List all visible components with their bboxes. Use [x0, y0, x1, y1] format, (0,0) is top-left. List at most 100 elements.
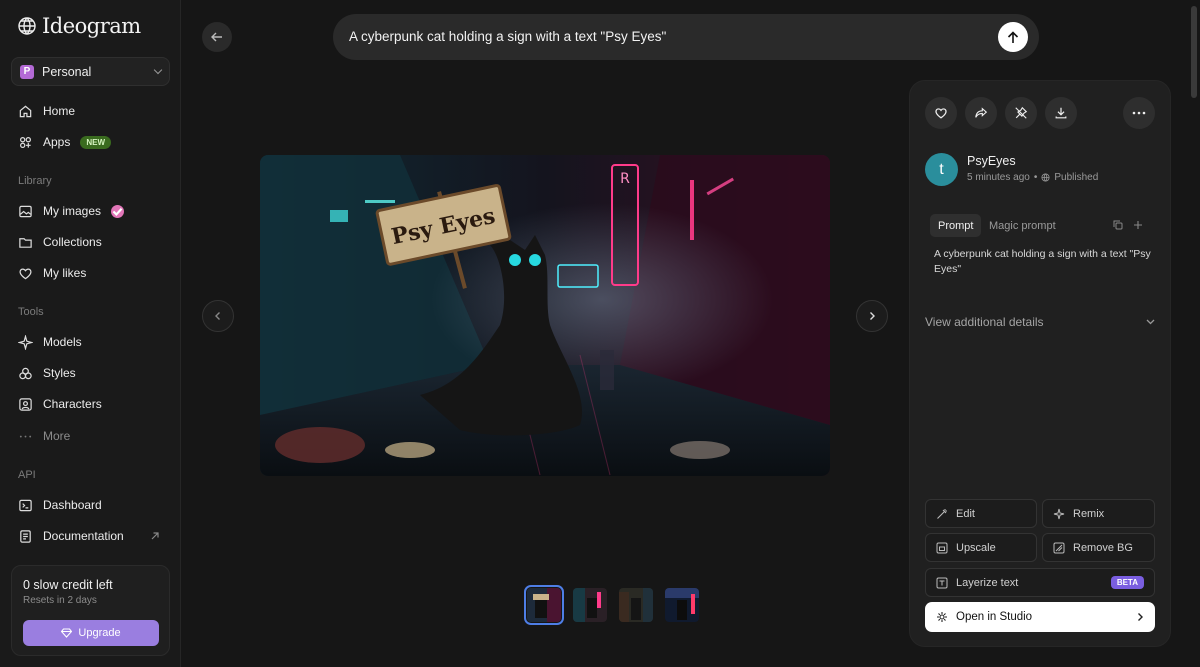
diamond-icon [61, 628, 73, 638]
tools-section-label: Tools [18, 306, 44, 318]
image-canvas: R Psy Eyes [260, 155, 830, 476]
chevron-down-icon [153, 65, 163, 75]
layerize-icon [936, 577, 948, 588]
thumbnail[interactable] [573, 588, 607, 622]
nav-apps[interactable]: Apps NEW [18, 132, 112, 152]
workspace-selector[interactable]: P Personal [11, 57, 170, 86]
next-image-button[interactable] [856, 300, 888, 332]
scrollbar-thumb[interactable] [1191, 6, 1197, 98]
arrow-left-icon [211, 32, 222, 42]
docs-icon [20, 529, 31, 543]
open-in-studio-button[interactable]: Open in Studio [925, 602, 1155, 632]
chevron-down-icon [1146, 319, 1155, 325]
nav-my-images[interactable]: My images [18, 201, 125, 221]
author-meta: 5 minutes ago • Published [967, 172, 1098, 183]
credits-title: 0 slow credit left [23, 578, 113, 592]
ideogram-logo-icon [18, 17, 36, 35]
sidebar: Ideogram P Personal Home Apps NEW Librar… [0, 0, 181, 667]
home-icon [19, 105, 32, 117]
nav-models-label: Models [43, 335, 82, 349]
download-icon [1055, 107, 1067, 119]
thumbnail-image [527, 588, 561, 622]
terminal-icon [19, 499, 32, 511]
thumbnail-image [573, 588, 607, 622]
tab-magic-prompt[interactable]: Magic prompt [989, 214, 1056, 237]
arrow-up-icon [1007, 30, 1019, 43]
verified-check-icon [111, 204, 125, 218]
prompt-text[interactable]: A cyberpunk cat holding a sign with a te… [349, 29, 666, 44]
remix-label: Remix [1073, 507, 1105, 520]
folder-icon [19, 237, 32, 248]
nav-my-likes-label: My likes [43, 266, 87, 280]
upscale-label: Upscale [956, 541, 996, 554]
chevron-right-icon [870, 312, 875, 320]
nav-styles[interactable]: Styles [18, 363, 76, 383]
image-icon [19, 205, 32, 217]
heart-icon [935, 108, 947, 119]
author-name[interactable]: PsyEyes [967, 154, 1016, 168]
workspace-label: Personal [42, 64, 92, 79]
logo[interactable]: Ideogram [16, 14, 141, 38]
edit-button[interactable]: Edit [925, 499, 1037, 528]
thumbnail[interactable] [665, 588, 699, 622]
nav-documentation[interactable]: Documentation [18, 526, 124, 546]
tab-prompt[interactable]: Prompt [930, 214, 982, 237]
share-icon [975, 107, 988, 118]
nav-models[interactable]: Models [18, 332, 82, 352]
nav-home[interactable]: Home [18, 101, 75, 121]
separator-dot: • [1033, 172, 1038, 183]
upgrade-button[interactable]: Upgrade [23, 620, 159, 646]
nav-my-likes[interactable]: My likes [18, 263, 86, 283]
chevron-right-icon [1138, 613, 1143, 621]
nav-documentation-label: Documentation [43, 529, 124, 543]
remove-bg-icon [1053, 542, 1065, 553]
more-options-button[interactable] [1123, 97, 1155, 129]
remove-bg-button[interactable]: Remove BG [1042, 533, 1155, 562]
nav-apps-label: Apps [43, 135, 71, 149]
thumbnail-strip [524, 585, 699, 625]
sparkle-icon [18, 334, 33, 350]
layerize-text-button[interactable]: Layerize text BETA [925, 568, 1155, 597]
nav-more[interactable]: More [18, 426, 70, 446]
character-icon [19, 397, 32, 411]
time-ago: 5 minutes ago [967, 172, 1030, 183]
nav-styles-label: Styles [43, 366, 76, 380]
share-button[interactable] [965, 97, 997, 129]
sparkles-icon [1053, 508, 1065, 519]
plus-icon[interactable] [1133, 220, 1143, 230]
prompt-actions [1113, 220, 1143, 230]
thumbnail[interactable] [619, 588, 653, 622]
nav-dashboard-label: Dashboard [43, 498, 102, 512]
external-link-icon [151, 532, 159, 540]
upscale-button[interactable]: Upscale [925, 533, 1037, 562]
upgrade-label: Upgrade [78, 627, 121, 639]
like-button[interactable] [925, 97, 957, 129]
remix-button[interactable]: Remix [1042, 499, 1155, 528]
copy-icon[interactable] [1113, 220, 1123, 230]
submit-button[interactable] [998, 22, 1028, 52]
apps-icon [20, 136, 31, 148]
logo-text: Ideogram [42, 14, 141, 38]
nav-characters-label: Characters [43, 397, 102, 411]
prompt-body: A cyberpunk cat holding a sign with a te… [934, 248, 1151, 275]
unpin-button[interactable] [1005, 97, 1037, 129]
library-section-label: Library [18, 175, 52, 187]
nav-dashboard[interactable]: Dashboard [18, 495, 102, 515]
nav-home-label: Home [43, 104, 76, 118]
magic-edit-icon [937, 508, 947, 519]
thumbnail[interactable] [524, 585, 564, 625]
prev-image-button[interactable] [202, 300, 234, 332]
back-button[interactable] [202, 22, 232, 52]
view-details-toggle[interactable]: View additional details [925, 315, 1155, 329]
generated-image[interactable]: R Psy Eyes [260, 155, 830, 476]
studio-icon [937, 612, 947, 622]
nav-characters[interactable]: Characters [18, 394, 102, 414]
thumbnail-image [665, 588, 699, 622]
download-button[interactable] [1045, 97, 1077, 129]
credits-card: 0 slow credit left Resets in 2 days Upgr… [11, 565, 170, 656]
publish-status: Published [1054, 172, 1099, 183]
nav-collections[interactable]: Collections [18, 232, 102, 252]
styles-icon [19, 367, 32, 379]
prompt-bar[interactable]: A cyberpunk cat holding a sign with a te… [333, 14, 1039, 60]
author-avatar[interactable]: t [925, 153, 958, 186]
